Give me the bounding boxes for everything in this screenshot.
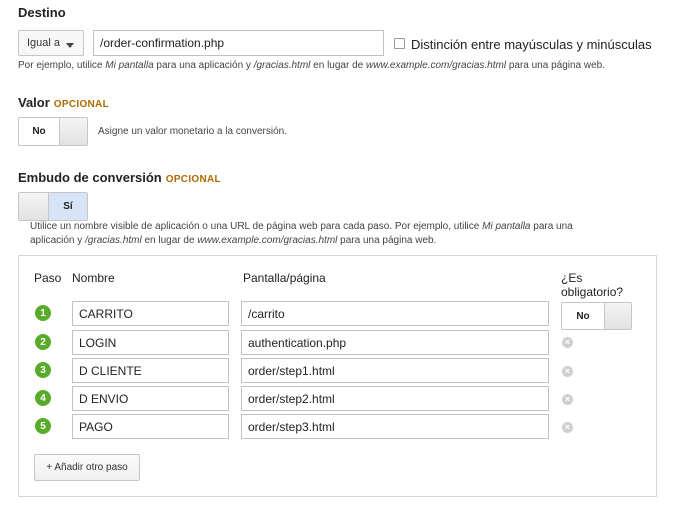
match-type-select[interactable]: Igual a	[18, 30, 84, 56]
step-number-badge: 3	[35, 362, 51, 378]
destination-url-value: /order-confirmation.php	[100, 36, 225, 50]
value-toggle[interactable]: No	[18, 117, 88, 146]
column-header-required: ¿Es obligatorio?	[561, 271, 624, 299]
funnel-toggle[interactable]: Sí	[18, 192, 88, 221]
toggle-knob	[604, 303, 631, 329]
step-name-value: PAGO	[79, 419, 113, 434]
step-name-value: D ENVIO	[79, 391, 129, 406]
funnel-help: Utilice un nombre visible de aplicación …	[30, 221, 573, 246]
value-help: Asigne un valor monetario a la conversió…	[98, 126, 287, 137]
chevron-down-icon	[66, 43, 74, 48]
step-name-value: CARRITO	[79, 306, 133, 321]
step-number-badge: 4	[35, 390, 51, 406]
destination-title: Destino	[18, 5, 66, 20]
value-title: Valor	[18, 95, 50, 110]
step-page-value: order/step2.html	[248, 391, 335, 406]
step-name-input[interactable]: D ENVIO	[72, 386, 229, 411]
step-page-input[interactable]: order/step3.html	[241, 414, 549, 439]
step-number-badge: 1	[35, 305, 51, 321]
step-name-input[interactable]: PAGO	[72, 414, 229, 439]
step-required-toggle-label: No	[576, 310, 590, 322]
step-name-value: LOGIN	[79, 335, 117, 350]
step-page-value: /carrito	[248, 306, 285, 321]
match-type-value: Igual a	[27, 37, 61, 49]
destination-url-input[interactable]: /order-confirmation.php	[93, 30, 384, 56]
toggle-knob	[59, 118, 87, 145]
step-number-badge: 2	[35, 334, 51, 350]
destination-help: Por ejemplo, utilice Mi pantalla para un…	[18, 60, 606, 71]
step-page-input[interactable]: /carrito	[241, 301, 549, 326]
toggle-knob	[19, 193, 49, 220]
step-page-input[interactable]: order/step1.html	[241, 358, 549, 383]
add-step-button[interactable]: + Añadir otro paso	[34, 454, 140, 481]
add-step-label: + Añadir otro paso	[46, 462, 128, 473]
column-header-step: Paso	[34, 271, 62, 285]
case-sensitive-label: Distinción entre mayúsculas y minúsculas	[411, 37, 652, 52]
funnel-toggle-label: Sí	[49, 193, 87, 220]
remove-step-icon[interactable]: ×	[562, 337, 573, 348]
step-name-input[interactable]: D CLIENTE	[72, 358, 229, 383]
step-page-value: order/step1.html	[248, 363, 335, 378]
remove-step-icon[interactable]: ×	[562, 422, 573, 433]
step-page-value: order/step3.html	[248, 419, 335, 434]
step-name-input[interactable]: LOGIN	[72, 330, 229, 355]
step-name-input[interactable]: CARRITO	[72, 301, 229, 326]
funnel-optional-badge: OPCIONAL	[165, 174, 221, 185]
column-header-name: Nombre	[72, 271, 115, 285]
remove-step-icon[interactable]: ×	[562, 366, 573, 377]
funnel-title: Embudo de conversión	[18, 170, 162, 185]
step-page-value: authentication.php	[248, 335, 347, 350]
column-header-screen: Pantalla/página	[243, 271, 326, 285]
remove-step-icon[interactable]: ×	[562, 394, 573, 405]
step-name-value: D CLIENTE	[79, 363, 142, 378]
value-toggle-label: No	[32, 126, 46, 137]
step-page-input[interactable]: order/step2.html	[241, 386, 549, 411]
step-required-toggle[interactable]: No	[561, 302, 632, 330]
step-page-input[interactable]: authentication.php	[241, 330, 549, 355]
value-heading: Valor OPCIONAL	[18, 94, 109, 112]
step-number-badge: 5	[35, 418, 51, 434]
funnel-heading: Embudo de conversión OPCIONAL	[18, 169, 221, 187]
case-sensitive-checkbox[interactable]	[394, 38, 405, 49]
value-optional-badge: OPCIONAL	[53, 99, 109, 110]
